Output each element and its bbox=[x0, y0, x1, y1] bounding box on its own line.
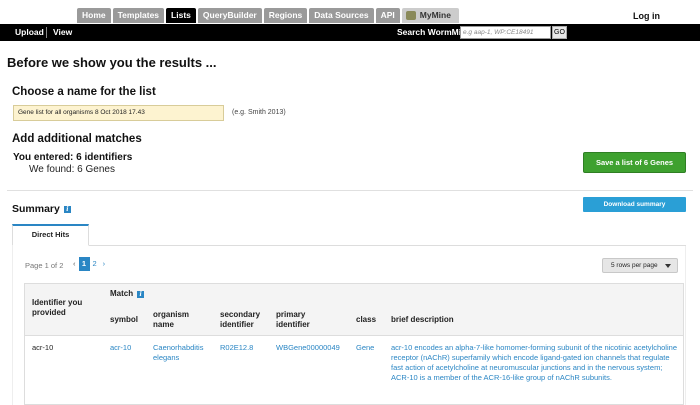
chevron-down-icon bbox=[665, 264, 671, 268]
subnav-bar: Upload View Search WormMine e.g aap-1, W… bbox=[0, 24, 700, 41]
next-page-button[interactable]: › bbox=[100, 257, 109, 271]
cell-primary-identifier[interactable]: WBGene00000049 bbox=[276, 343, 340, 353]
summary-heading: Summary i bbox=[12, 203, 71, 215]
cell-organism[interactable]: Caenorhabditis elegans bbox=[153, 343, 215, 363]
tab-querybuilder[interactable]: QueryBuilder bbox=[197, 8, 262, 23]
upload-link[interactable]: Upload bbox=[15, 27, 44, 37]
view-link[interactable]: View bbox=[53, 27, 72, 37]
additional-matches-heading: Add additional matches bbox=[12, 133, 142, 145]
page-1-button[interactable]: 1 bbox=[78, 257, 90, 271]
list-name-hint: (e.g. Smith 2013) bbox=[232, 109, 286, 116]
cell-secondary-identifier[interactable]: R02E12.8 bbox=[220, 343, 253, 353]
col-symbol[interactable]: symbol bbox=[110, 315, 138, 325]
found-count: We found: 6 Genes bbox=[29, 164, 115, 175]
tab-templates[interactable]: Templates bbox=[112, 8, 165, 23]
page-title: Before we show you the results ... bbox=[7, 55, 217, 70]
tab-direct-hits[interactable]: Direct Hits bbox=[12, 224, 89, 246]
prev-page-button[interactable]: ‹ bbox=[70, 257, 79, 271]
page-indicator: Page 1 of 2 bbox=[25, 261, 64, 270]
match-info-icon[interactable]: i bbox=[137, 290, 145, 298]
list-name-input[interactable]: Gene list for all organisms 8 Oct 2018 1… bbox=[13, 105, 224, 121]
tab-mymine-label: MyMine bbox=[419, 10, 451, 20]
col-secondary-identifier[interactable]: secondary identifier bbox=[220, 310, 275, 330]
col-primary-identifier[interactable]: primary identifier bbox=[276, 310, 331, 330]
tab-mymine[interactable]: MyMine bbox=[401, 8, 459, 23]
cell-symbol[interactable]: acr-10 bbox=[110, 343, 131, 353]
section-divider bbox=[7, 190, 693, 191]
match-header-label: Match bbox=[110, 289, 134, 298]
tab-regions[interactable]: Regions bbox=[263, 8, 308, 23]
tab-lists[interactable]: Lists bbox=[166, 8, 196, 23]
tab-data-sources[interactable]: Data Sources bbox=[309, 8, 374, 23]
rows-per-page-label: 5 rows per page bbox=[611, 262, 658, 269]
login-link[interactable]: Log in bbox=[633, 11, 660, 21]
tab-home[interactable]: Home bbox=[77, 8, 111, 23]
download-summary-button[interactable]: Download summary bbox=[583, 197, 686, 212]
pagination: ‹ 1 2 › bbox=[70, 257, 108, 271]
rows-per-page-dropdown[interactable]: 5 rows per page bbox=[602, 258, 678, 273]
col-class[interactable]: class bbox=[356, 315, 376, 325]
results-table: Identifier you provided Match i symbol o… bbox=[24, 283, 684, 405]
list-name-heading: Choose a name for the list bbox=[12, 86, 156, 98]
subnav-divider bbox=[46, 27, 47, 38]
tab-api[interactable]: API bbox=[375, 8, 400, 23]
save-list-button[interactable]: Save a list of 6 Genes bbox=[583, 152, 686, 173]
match-header: Match i bbox=[110, 289, 145, 299]
cell-class[interactable]: Gene bbox=[356, 343, 374, 353]
nav-tabs: Home Templates Lists QueryBuilder Region… bbox=[77, 8, 461, 24]
cell-description[interactable]: acr-10 encodes an alpha-7-like homomer-f… bbox=[391, 343, 678, 383]
mymine-icon bbox=[405, 11, 416, 20]
col-brief-description[interactable]: brief description bbox=[391, 315, 454, 325]
search-go-button[interactable]: GO bbox=[552, 26, 567, 39]
page-2-button[interactable]: 2 bbox=[90, 257, 100, 271]
summary-title: Summary bbox=[12, 203, 60, 215]
top-nav: Home Templates Lists QueryBuilder Region… bbox=[0, 0, 700, 24]
entered-count: You entered: 6 identifiers bbox=[13, 152, 133, 163]
col-organism-name[interactable]: organism name bbox=[153, 310, 208, 330]
search-input[interactable]: e.g aap-1, WP:CE18491 bbox=[460, 26, 551, 39]
table-header: Identifier you provided Match i symbol o… bbox=[25, 284, 683, 336]
identifier-header: Identifier you provided bbox=[32, 298, 83, 317]
cell-identifier: acr-10 bbox=[32, 343, 54, 352]
info-icon[interactable]: i bbox=[63, 205, 71, 213]
